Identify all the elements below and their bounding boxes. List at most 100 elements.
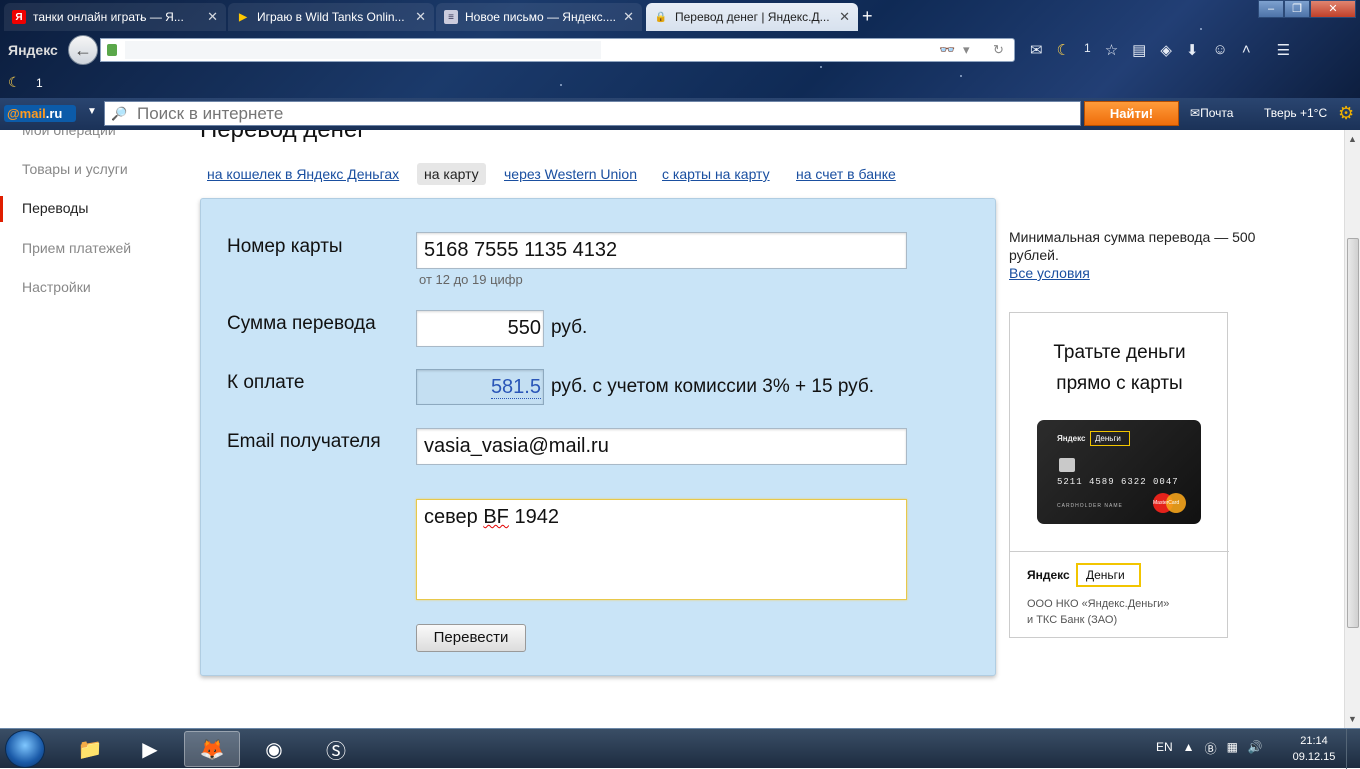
- close-tab-icon[interactable]: ✕: [839, 9, 850, 25]
- mail-link[interactable]: ✉Почта: [1190, 106, 1233, 120]
- scroll-thumb[interactable]: [1347, 238, 1359, 628]
- reader-glasses-icon[interactable]: 👓: [939, 42, 955, 58]
- address-bar[interactable]: 👓 ▾ ↻: [100, 38, 1015, 62]
- chevron-up-icon[interactable]: ˄: [1242, 41, 1251, 59]
- explorer-icon[interactable]: 📁: [62, 731, 118, 767]
- close-tab-icon[interactable]: ✕: [415, 9, 426, 25]
- close-tab-icon[interactable]: ✕: [623, 9, 634, 25]
- page-scrollbar[interactable]: ▲ ▼: [1344, 130, 1360, 728]
- clock[interactable]: 21:14 09.12.15: [1286, 733, 1342, 765]
- sidebar-item-goods[interactable]: Товары и услуги: [22, 161, 128, 177]
- send-button[interactable]: Перевести: [416, 624, 526, 652]
- pay-total-field: 581.5: [416, 369, 544, 405]
- chrome-icon[interactable]: ◉: [246, 731, 302, 767]
- bank-card-image: Яндекс Деньги 5211 4589 6322 0047 CARDHO…: [1037, 420, 1201, 524]
- url-field[interactable]: [125, 41, 601, 59]
- minimize-icon[interactable]: –: [1258, 0, 1284, 18]
- reload-icon[interactable]: ↻: [993, 42, 1004, 58]
- transfer-form: Номер карты 5168 7555 1135 4132 от 12 до…: [200, 198, 996, 676]
- tab-bank-account[interactable]: на счет в банке: [796, 163, 896, 185]
- vk-icon[interactable]: Ⓑ: [1205, 740, 1217, 757]
- envelope-icon: ✉: [1190, 106, 1201, 120]
- skype-icon[interactable]: Ⓢ: [308, 731, 364, 767]
- firefox-icon[interactable]: 🦊: [184, 731, 240, 767]
- browser-brand: Яндекс: [8, 42, 58, 58]
- transfer-info: Минимальная сумма перевода — 500 рублей.…: [1009, 228, 1259, 282]
- weather-moon-icon[interactable]: ☾: [1057, 41, 1070, 59]
- language-indicator[interactable]: EN: [1156, 740, 1173, 757]
- scroll-down-icon[interactable]: ▼: [1348, 714, 1357, 724]
- dengi-logo: Деньги: [1076, 563, 1141, 587]
- window-controls: – ❐ ✕: [1258, 0, 1356, 18]
- bookmarks-bar: ☾ 1: [8, 74, 43, 91]
- card-number-input[interactable]: 5168 7555 1135 4132: [416, 232, 907, 269]
- weather-widget[interactable]: Тверь +1°C: [1264, 106, 1327, 120]
- back-arrow-icon[interactable]: ←: [68, 35, 98, 65]
- sidebar-item-settings[interactable]: Настройки: [22, 279, 91, 295]
- new-tab-icon[interactable]: +: [862, 6, 873, 27]
- card-number-label: Номер карты: [227, 236, 343, 257]
- close-tab-icon[interactable]: ✕: [207, 9, 218, 25]
- sidebar-item-operations[interactable]: Мои операции: [22, 130, 116, 138]
- smiley-icon[interactable]: ☺: [1212, 41, 1227, 59]
- start-button[interactable]: [5, 730, 45, 768]
- tray-expand-icon[interactable]: ▲: [1183, 740, 1195, 757]
- card-number-hint: от 12 до 19 цифр: [419, 272, 523, 287]
- tab-card[interactable]: на карту: [417, 163, 486, 185]
- media-player-icon[interactable]: ▶: [122, 731, 178, 767]
- yandex-icon: Я: [12, 10, 26, 24]
- tab-card-to-card[interactable]: с карты на карту: [662, 163, 770, 185]
- sidebar-item-payments[interactable]: Прием платежей: [22, 240, 131, 256]
- maximize-icon[interactable]: ❐: [1284, 0, 1310, 18]
- mailru-logo[interactable]: @mail.ru: [4, 105, 76, 122]
- chevron-down-icon[interactable]: ▼: [87, 106, 97, 117]
- chevron-down-icon[interactable]: ▾: [963, 42, 970, 58]
- show-desktop-button[interactable]: [1346, 729, 1360, 769]
- email-input[interactable]: vasia_vasia@mail.ru: [416, 428, 907, 465]
- amount-input[interactable]: 550: [416, 310, 544, 347]
- pocket-icon[interactable]: ◈: [1160, 41, 1172, 59]
- active-indicator: [0, 196, 3, 222]
- page-content: Мои операции Товары и услуги Переводы Пр…: [0, 130, 1344, 728]
- web-search-box[interactable]: 🔎: [104, 101, 1081, 126]
- lock-icon: 🔒: [654, 11, 668, 23]
- yandex-logo: Яндекс: [1027, 568, 1070, 582]
- sidebar-item-transfers[interactable]: Переводы: [22, 200, 88, 216]
- gear-icon[interactable]: ⚙: [1338, 103, 1354, 124]
- find-button[interactable]: Найти!: [1084, 101, 1179, 126]
- email-label: Email получателя: [227, 431, 381, 452]
- search-icon: 🔎: [111, 106, 128, 121]
- tab-wallet[interactable]: на кошелек в Яндекс Деньгах: [207, 163, 399, 185]
- browser-tab-active[interactable]: 🔒 Перевод денег | Яндекс.Д... ✕: [646, 3, 858, 31]
- tab-western-union[interactable]: через Western Union: [504, 163, 637, 185]
- close-window-icon[interactable]: ✕: [1310, 0, 1356, 18]
- speaker-icon[interactable]: 🔊: [1248, 740, 1263, 757]
- mail-toolbar: @mail.ru ▼ 🔎 Найти! ✉Почта Тверь +1°C ⚙: [0, 98, 1360, 130]
- browser-tab[interactable]: ▶ Играю в Wild Tanks Onlin... ✕: [228, 3, 434, 31]
- navigation-bar: Яндекс ← 👓 ▾ ↻ ✉ ☾ 1 ☆ ▤ ◈ ⬇ ☺ ˄ ☰: [0, 33, 1360, 67]
- ad-title: Тратьте деньги прямо с карты: [1053, 342, 1186, 394]
- weather-moon-icon[interactable]: ☾: [8, 74, 21, 91]
- scroll-up-icon[interactable]: ▲: [1348, 134, 1357, 144]
- tab-bar: Я танки онлайн играть — Я... ✕ ▶ Играю в…: [0, 0, 1360, 32]
- web-search-input[interactable]: [137, 103, 1067, 125]
- taskbar: 📁 ▶ 🦊 ◉ Ⓢ EN ▲ Ⓑ ▦ 🔊 21:14 09.12.15: [0, 728, 1360, 769]
- message-textarea[interactable]: север BF 1942: [416, 499, 907, 600]
- amount-label: Сумма перевода: [227, 313, 376, 334]
- bookmark-star-icon[interactable]: ☆: [1105, 41, 1118, 59]
- ad-legal-text: ООО НКО «Яндекс.Деньги» и ТКС Банк (ЗАО): [1027, 598, 1170, 626]
- bookmarks-list-icon[interactable]: ▤: [1132, 41, 1146, 59]
- network-icon[interactable]: ▦: [1227, 740, 1238, 757]
- mail-envelope-icon[interactable]: ✉: [1030, 41, 1043, 59]
- ad-banner[interactable]: Тратьте деньги прямо с карты Яндекс Деньг…: [1009, 312, 1229, 638]
- download-icon[interactable]: ⬇: [1186, 41, 1199, 59]
- all-conditions-link[interactable]: Все условия: [1009, 265, 1090, 281]
- amount-unit: руб.: [551, 317, 588, 338]
- document-icon: ≡: [444, 10, 458, 24]
- system-tray: EN ▲ Ⓑ ▦ 🔊: [1156, 740, 1263, 757]
- card-chip-icon: [1059, 458, 1075, 472]
- menu-icon[interactable]: ☰: [1277, 41, 1290, 59]
- nav-count: 1: [1084, 41, 1091, 55]
- browser-tab[interactable]: ≡ Новое письмо — Яндекс.... ✕: [436, 3, 642, 31]
- browser-tab[interactable]: Я танки онлайн играть — Я... ✕: [4, 3, 226, 31]
